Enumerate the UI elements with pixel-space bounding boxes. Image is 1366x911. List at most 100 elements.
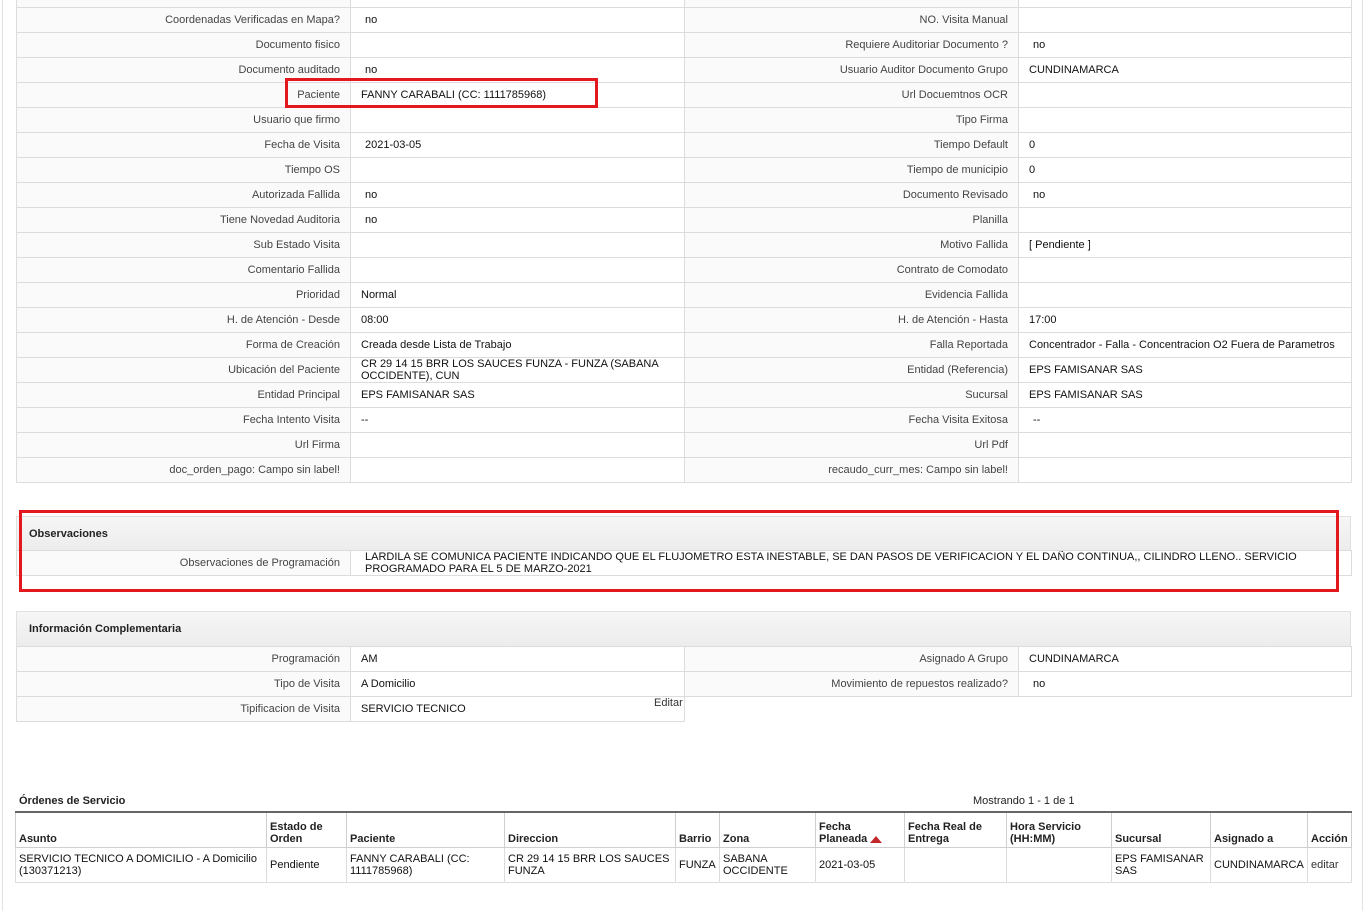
detail-row-comentario-fallida: Comentario Fallida Contrato de Comodato xyxy=(16,257,1352,283)
field-label-doc-orden-pago-campo-sin-label: doc_orden_pago: Campo sin label! xyxy=(16,457,351,483)
detail-row-doc-orden-pago-campo-sin-label: doc_orden_pago: Campo sin label! recaudo_… xyxy=(16,457,1352,483)
field-value-tiempo-default: 0 xyxy=(1018,132,1352,158)
field-label-tiempo-de-municipio: Tiempo de municipio xyxy=(684,157,1019,183)
field-label-asignado-a-grupo: Asignado A Grupo xyxy=(684,646,1019,672)
column-header-hora-servicio-hh-mm[interactable]: Hora Servicio (HH:MM) xyxy=(1006,811,1112,848)
field-value-usuario-que-firmo xyxy=(350,107,685,133)
detail-row-entidad-principal: Entidad Principal EPS FAMISANAR SAS Sucurs… xyxy=(16,382,1352,408)
visit-detail-table: Coordenadas Verificadas en Mapa? no NO. Vi… xyxy=(16,0,1352,483)
field-value-evidencia-fallida xyxy=(1018,282,1352,308)
column-header-sucursal[interactable]: Sucursal xyxy=(1111,811,1211,848)
cell-direccion: CR 29 14 15 BRR LOS SAUCES FUNZA xyxy=(504,847,676,883)
field-label-prioridad: Prioridad xyxy=(16,282,351,308)
detail-row-fecha-intento-visita: Fecha Intento Visita -- Fecha Visita Exito… xyxy=(16,407,1352,433)
cell-accion[interactable]: editar xyxy=(1307,847,1352,883)
orders-header-row: Asunto Estado de Orden Paciente Direccion Ba… xyxy=(15,811,1352,848)
field-value-tipo-de-visita: A Domicilio xyxy=(350,671,685,697)
tipificacion-value: SERVICIO TECNICO xyxy=(350,696,685,722)
detail-row-documento-auditado: Documento auditado no Usuario Auditor Docu… xyxy=(16,57,1352,83)
page-border-left xyxy=(2,0,3,911)
field-label-documento-revisado: Documento Revisado xyxy=(684,182,1019,208)
field-label-sucursal: Sucursal xyxy=(684,382,1019,408)
sort-ascending-icon[interactable] xyxy=(870,835,883,843)
field-label-recaudo-curr-mes-campo-sin-label: recaudo_curr_mes: Campo sin label! xyxy=(684,457,1019,483)
detail-row-blank xyxy=(16,0,1352,8)
detail-row-h-de-atencion-desde: H. de Atención - Desde 08:00 H. de Atenció… xyxy=(16,307,1352,333)
field-label-url-docuemtnos-ocr: Url Docuemtnos OCR xyxy=(684,82,1019,108)
detail-row-ubicacion-del-paciente: Ubicación del Paciente CR 29 14 15 BRR LO… xyxy=(16,357,1352,383)
cell-paciente: FANNY CARABALI (CC: 1111785968) xyxy=(346,847,505,883)
column-header-label: Zona xyxy=(723,833,750,845)
column-header-label: Fecha Real de Entrega xyxy=(908,821,982,845)
detail-row-fecha-de-visita: Fecha de Visita 2021-03-05 Tiempo Default 0 xyxy=(16,132,1352,158)
field-value-doc-orden-pago-campo-sin-label xyxy=(350,457,685,483)
detail-row-autorizada-fallida: Autorizada Fallida no Documento Revisado no xyxy=(16,182,1352,208)
detail-row-url-firma: Url Firma Url Pdf xyxy=(16,432,1352,458)
column-header-estado-de-orden[interactable]: Estado de Orden xyxy=(266,811,347,848)
observaciones-highlight-box xyxy=(19,510,1339,592)
field-value-contrato-de-comodato xyxy=(1018,257,1352,283)
field-label-entidad-principal: Entidad Principal xyxy=(16,382,351,408)
field-label-tipo-firma: Tipo Firma xyxy=(684,107,1019,133)
column-header-barrio[interactable]: Barrio xyxy=(675,811,720,848)
column-header-paciente[interactable]: Paciente xyxy=(346,811,505,848)
field-value-url-docuemtnos-ocr xyxy=(1018,82,1352,108)
field-label-tiempo-os: Tiempo OS xyxy=(16,157,351,183)
orders-pagination-count: Mostrando 1 - 1 de 1 xyxy=(973,795,1075,807)
column-header-asunto[interactable]: Asunto xyxy=(15,811,267,848)
column-header-zona[interactable]: Zona xyxy=(719,811,816,848)
field-label-usuario-que-firmo: Usuario que firmo xyxy=(16,107,351,133)
field-label-movimiento-de-repuestos-realizado: Movimiento de repuestos realizado? xyxy=(684,671,1019,697)
field-value-tiene-novedad-auditoria: no xyxy=(350,207,685,233)
column-header-label: Estado de Orden xyxy=(270,821,323,845)
field-label-falla-reportada: Falla Reportada xyxy=(684,332,1019,358)
field-label-requiere-auditoriar-documento: Requiere Auditoriar Documento ? xyxy=(684,32,1019,58)
cell-text: CR 29 14 15 BRR LOS SAUCES FUNZA xyxy=(508,853,670,877)
info-complementaria-table: Programación AM Asignado A Grupo CUNDINAMAR… xyxy=(16,646,1352,697)
field-value-url-pdf xyxy=(1018,432,1352,458)
cell-fecha-planeada: 2021-03-05 xyxy=(815,847,905,883)
field-value-requiere-auditoriar-documento: no xyxy=(1018,32,1352,58)
column-header-asignado-a[interactable]: Asignado a xyxy=(1210,811,1308,848)
field-value-entidad-principal: EPS FAMISANAR SAS xyxy=(350,382,685,408)
cell-text: SABANA OCCIDENTE xyxy=(723,853,788,877)
field-value-usuario-auditor-documento-grupo: CUNDINAMARCA xyxy=(1018,57,1352,83)
cell-asignado-a: CUNDINAMARCA xyxy=(1210,847,1308,883)
cell-estado-de-orden: Pendiente xyxy=(266,847,347,883)
field-value-documento-fisico xyxy=(350,32,685,58)
paciente-highlight-box xyxy=(285,78,598,108)
column-header-accion[interactable]: Acción xyxy=(1307,811,1352,848)
field-label-fecha-de-visita: Fecha de Visita xyxy=(16,132,351,158)
column-header-fecha-real-de-entrega[interactable]: Fecha Real de Entrega xyxy=(904,811,1007,848)
edit-order-link[interactable]: editar xyxy=(1311,859,1339,871)
field-label-blank xyxy=(684,0,1019,8)
field-value-programacion: AM xyxy=(350,646,685,672)
field-label-documento-fisico: Documento fisico xyxy=(16,32,351,58)
field-value-fecha-intento-visita: -- xyxy=(350,407,685,433)
cell-text: FANNY CARABALI (CC: 1111785968) xyxy=(350,853,470,877)
column-header-fecha-planeada[interactable]: Fecha Planeada xyxy=(815,811,905,848)
field-label-url-pdf: Url Pdf xyxy=(684,432,1019,458)
field-value-ubicacion-del-paciente: CR 29 14 15 BRR LOS SAUCES FUNZA - FUNZA… xyxy=(350,357,685,383)
field-label-planilla: Planilla xyxy=(684,207,1019,233)
field-value-prioridad: Normal xyxy=(350,282,685,308)
column-header-direccion[interactable]: Direccion xyxy=(504,811,676,848)
table-row: SERVICIO TECNICO A DOMICILIO - A Domicil… xyxy=(15,847,1352,883)
field-value-comentario-fallida xyxy=(350,257,685,283)
field-value-entidad-referencia: EPS FAMISANAR SAS xyxy=(1018,357,1352,383)
field-label-forma-de-creacion: Forma de Creación xyxy=(16,332,351,358)
edit-tipificacion-link[interactable]: Editar xyxy=(654,697,683,709)
field-label-usuario-auditor-documento-grupo: Usuario Auditor Documento Grupo xyxy=(684,57,1019,83)
field-value-no-visita-manual xyxy=(1018,7,1352,33)
detail-row-paciente: Paciente FANNY CARABALI (CC: 1111785968) U… xyxy=(16,82,1352,108)
cell-text: CUNDINAMARCA xyxy=(1214,859,1304,871)
field-value-tipo-firma xyxy=(1018,107,1352,133)
field-label-fecha-visita-exitosa: Fecha Visita Exitosa xyxy=(684,407,1019,433)
detail-row-documento-fisico: Documento fisico Requiere Auditoriar Docu… xyxy=(16,32,1352,58)
comp-row-programacion: Programación AM Asignado A Grupo CUNDINAMAR… xyxy=(16,646,1352,672)
field-label-h-de-atencion-hasta: H. de Atención - Hasta xyxy=(684,307,1019,333)
field-label-entidad-referencia: Entidad (Referencia) xyxy=(684,357,1019,383)
field-label-h-de-atencion-desde: H. de Atención - Desde xyxy=(16,307,351,333)
field-value-forma-de-creacion: Creada desde Lista de Trabajo xyxy=(350,332,685,358)
column-header-label: Asignado a xyxy=(1214,833,1274,845)
